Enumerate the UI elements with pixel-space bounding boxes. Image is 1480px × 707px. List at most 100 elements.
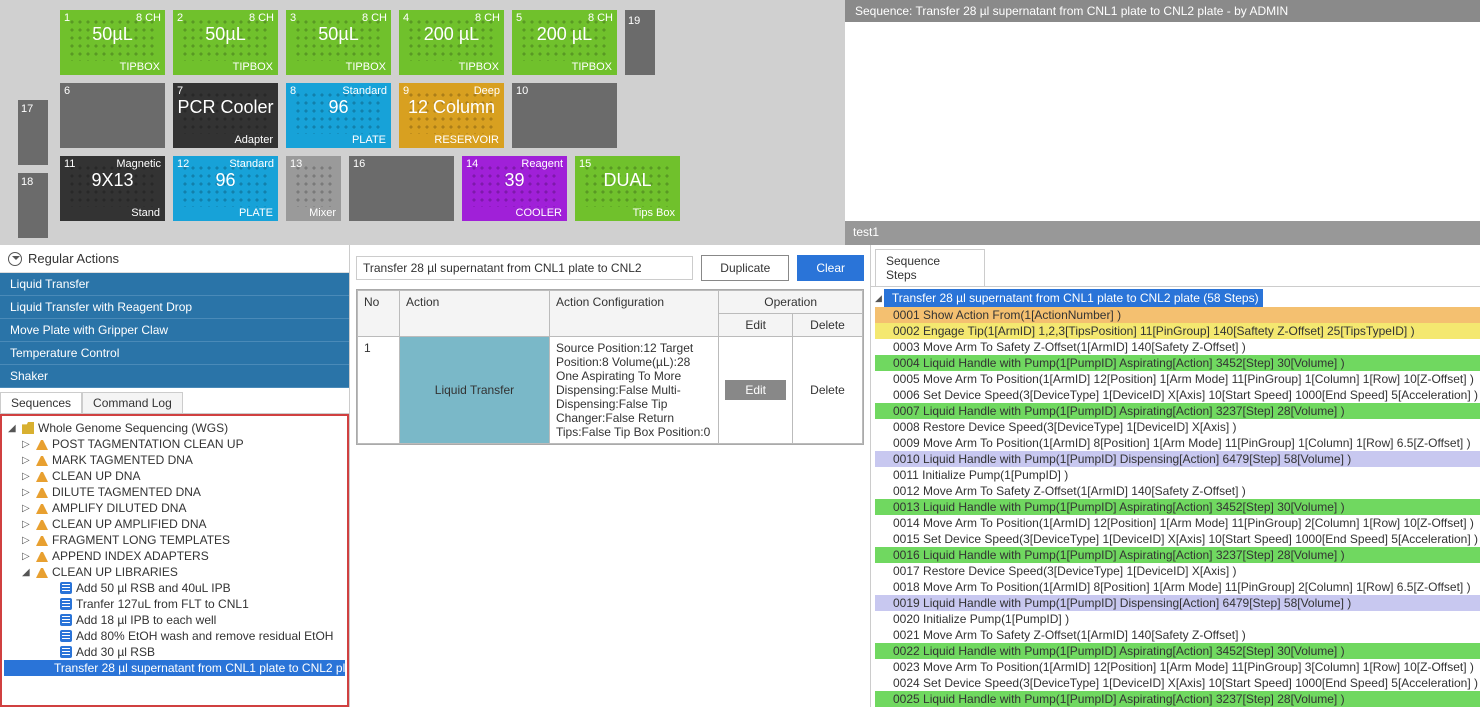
cell-action[interactable]: Liquid Transfer: [400, 337, 550, 444]
flask-icon: [36, 486, 48, 498]
sequence-step[interactable]: 0008 Restore Device Speed(3[DeviceType] …: [875, 419, 1480, 435]
sequence-icon: [60, 614, 72, 626]
collapse-icon: [8, 252, 22, 266]
sequence-icon: [60, 598, 72, 610]
sequence-step[interactable]: 0024 Set Device Speed(3[DeviceType] 1[De…: [875, 675, 1480, 691]
sequence-step[interactable]: 0014 Move Arm To Position(1[ArmID] 12[Po…: [875, 515, 1480, 531]
flask-icon: [36, 438, 48, 450]
sequence-step[interactable]: 0009 Move Arm To Position(1[ArmID] 8[Pos…: [875, 435, 1480, 451]
edit-button[interactable]: Edit: [725, 380, 786, 400]
flask-icon: [36, 502, 48, 514]
tree-item[interactable]: ▷CLEAN UP DNA: [4, 468, 345, 484]
deck-slot-14[interactable]: 14Reagent39COOLER: [462, 156, 567, 221]
actions-grid: No Action Action Configuration Operation…: [356, 289, 864, 445]
deck-slot-8[interactable]: 8Standard96PLATE: [286, 83, 391, 148]
sequence-step[interactable]: 0017 Restore Device Speed(3[DeviceType] …: [875, 563, 1480, 579]
sequence-step[interactable]: 0005 Move Arm To Position(1[ArmID] 12[Po…: [875, 371, 1480, 387]
flask-icon: [36, 470, 48, 482]
sequence-step[interactable]: 0012 Move Arm To Safety Z-Offset(1[ArmID…: [875, 483, 1480, 499]
deck-slot-11[interactable]: 11Magnetic9X13Stand: [60, 156, 165, 221]
deck-slot-1[interactable]: 18 CH50µLTIPBOX: [60, 10, 165, 75]
tree-item[interactable]: ◢Whole Genome Sequencing (WGS): [4, 420, 345, 436]
sequence-steps-panel[interactable]: ◢ Transfer 28 µl supernatant from CNL1 p…: [871, 286, 1480, 707]
col-delete: Delete: [793, 314, 863, 337]
deck-slot-7[interactable]: 7PCR CoolerAdapter: [173, 83, 278, 148]
regular-actions-list: Liquid TransferLiquid Transfer with Reag…: [0, 273, 349, 388]
sequence-step[interactable]: 0018 Move Arm To Position(1[ArmID] 8[Pos…: [875, 579, 1480, 595]
tree-item[interactable]: ◢CLEAN UP LIBRARIES: [4, 564, 345, 580]
deck-slot-3[interactable]: 38 CH50µLTIPBOX: [286, 10, 391, 75]
deck-slot-9[interactable]: 9Deep12 ColumnRESERVOIR: [399, 83, 504, 148]
deck-slot-13[interactable]: 13Mixer: [286, 156, 341, 221]
tree-item[interactable]: ▷CLEAN UP AMPLIFIED DNA: [4, 516, 345, 532]
deck-slot-16[interactable]: 16: [349, 156, 454, 221]
duplicate-button[interactable]: Duplicate: [701, 255, 789, 281]
deck-slot-2[interactable]: 28 CH50µLTIPBOX: [173, 10, 278, 75]
deck-slot-4[interactable]: 48 CH200 µLTIPBOX: [399, 10, 504, 75]
deck-slot-18[interactable]: 18: [18, 173, 48, 238]
regular-action-item[interactable]: Temperature Control: [0, 342, 349, 365]
tab-sequences[interactable]: Sequences: [0, 392, 82, 413]
regular-action-item[interactable]: Shaker: [0, 365, 349, 388]
tree-item[interactable]: ▷FRAGMENT LONG TEMPLATES: [4, 532, 345, 548]
sequence-step[interactable]: 0006 Set Device Speed(3[DeviceType] 1[De…: [875, 387, 1480, 403]
sequence-step[interactable]: 0019 Liquid Handle with Pump(1[PumpID] D…: [875, 595, 1480, 611]
cell-no: 1: [358, 337, 400, 444]
sequence-step[interactable]: 0007 Liquid Handle with Pump(1[PumpID] A…: [875, 403, 1480, 419]
expand-icon[interactable]: ◢: [875, 293, 882, 304]
sequence-step[interactable]: 0002 Engage Tip(1[ArmID] 1,2,3[TipsPosit…: [875, 323, 1480, 339]
tree-item[interactable]: Tranfer 127uL from FLT to CNL1: [4, 596, 345, 612]
tree-item[interactable]: ▷MARK TAGMENTED DNA: [4, 452, 345, 468]
sequence-step[interactable]: 0013 Liquid Handle with Pump(1[PumpID] A…: [875, 499, 1480, 515]
sequence-name-field[interactable]: Transfer 28 µl supernatant from CNL1 pla…: [356, 256, 693, 280]
sequence-icon: [60, 646, 72, 658]
tree-item[interactable]: Add 30 µl RSB: [4, 644, 345, 660]
sequence-step[interactable]: 0015 Set Device Speed(3[DeviceType] 1[De…: [875, 531, 1480, 547]
deck-slot-15[interactable]: 15DUALTips Box: [575, 156, 680, 221]
sequence-step[interactable]: 0020 Initialize Pump(1[PumpID] ): [875, 611, 1480, 627]
sequence-icon: [60, 582, 72, 594]
tree-item[interactable]: Add 80% EtOH wash and remove residual Et…: [4, 628, 345, 644]
sequence-step[interactable]: 0010 Liquid Handle with Pump(1[PumpID] D…: [875, 451, 1480, 467]
tree-item[interactable]: ▷AMPLIFY DILUTED DNA: [4, 500, 345, 516]
deck-slot-10[interactable]: 10: [512, 83, 617, 148]
col-no: No: [358, 291, 400, 337]
sequence-step[interactable]: 0021 Move Arm To Safety Z-Offset(1[ArmID…: [875, 627, 1480, 643]
tree-item[interactable]: ▷POST TAGMENTATION CLEAN UP: [4, 436, 345, 452]
sequence-step[interactable]: 0011 Initialize Pump(1[PumpID] ): [875, 467, 1480, 483]
sequence-step[interactable]: 0025 Liquid Handle with Pump(1[PumpID] A…: [875, 691, 1480, 707]
clear-button[interactable]: Clear: [797, 255, 864, 281]
preview-area: [845, 22, 1480, 221]
tab-sequence-steps[interactable]: Sequence Steps: [875, 249, 985, 286]
regular-actions-header[interactable]: Regular Actions: [0, 245, 349, 273]
sequence-step[interactable]: 0023 Move Arm To Position(1[ArmID] 12[Po…: [875, 659, 1480, 675]
sequence-step[interactable]: 0022 Liquid Handle with Pump(1[PumpID] A…: [875, 643, 1480, 659]
deck-slot-12[interactable]: 12Standard96PLATE: [173, 156, 278, 221]
steps-root[interactable]: Transfer 28 µl supernatant from CNL1 pla…: [884, 289, 1263, 307]
deck-slot-6[interactable]: 6: [60, 83, 165, 148]
deck-slot-19[interactable]: 19: [625, 10, 655, 75]
col-config: Action Configuration: [550, 291, 719, 337]
regular-action-item[interactable]: Liquid Transfer with Reagent Drop: [0, 296, 349, 319]
regular-action-item[interactable]: Move Plate with Gripper Claw: [0, 319, 349, 342]
deck-slot-17[interactable]: 17: [18, 100, 48, 165]
tree-item[interactable]: ▷APPEND INDEX ADAPTERS: [4, 548, 345, 564]
delete-button[interactable]: Delete: [793, 337, 863, 444]
sequence-step[interactable]: 0016 Liquid Handle with Pump(1[PumpID] A…: [875, 547, 1480, 563]
flask-icon: [36, 454, 48, 466]
tab-command-log[interactable]: Command Log: [82, 392, 183, 413]
col-operation: Operation: [719, 291, 863, 314]
folder-icon: [22, 422, 34, 434]
sequence-tree[interactable]: ◢Whole Genome Sequencing (WGS)▷POST TAGM…: [0, 414, 349, 707]
deck-slot-5[interactable]: 58 CH200 µLTIPBOX: [512, 10, 617, 75]
flask-icon: [36, 534, 48, 546]
tree-item[interactable]: Add 18 µl IPB to each well: [4, 612, 345, 628]
sequence-step[interactable]: 0001 Show Action From(1[ActionNumber] ): [875, 307, 1480, 323]
tree-item[interactable]: Transfer 28 µl supernatant from CNL1 pla…: [4, 660, 345, 676]
sequence-step[interactable]: 0003 Move Arm To Safety Z-Offset(1[ArmID…: [875, 339, 1480, 355]
sequence-step[interactable]: 0004 Liquid Handle with Pump(1[PumpID] A…: [875, 355, 1480, 371]
tree-item[interactable]: Add 50 µl RSB and 40uL IPB: [4, 580, 345, 596]
col-edit: Edit: [719, 314, 793, 337]
tree-item[interactable]: ▷DILUTE TAGMENTED DNA: [4, 484, 345, 500]
regular-action-item[interactable]: Liquid Transfer: [0, 273, 349, 296]
